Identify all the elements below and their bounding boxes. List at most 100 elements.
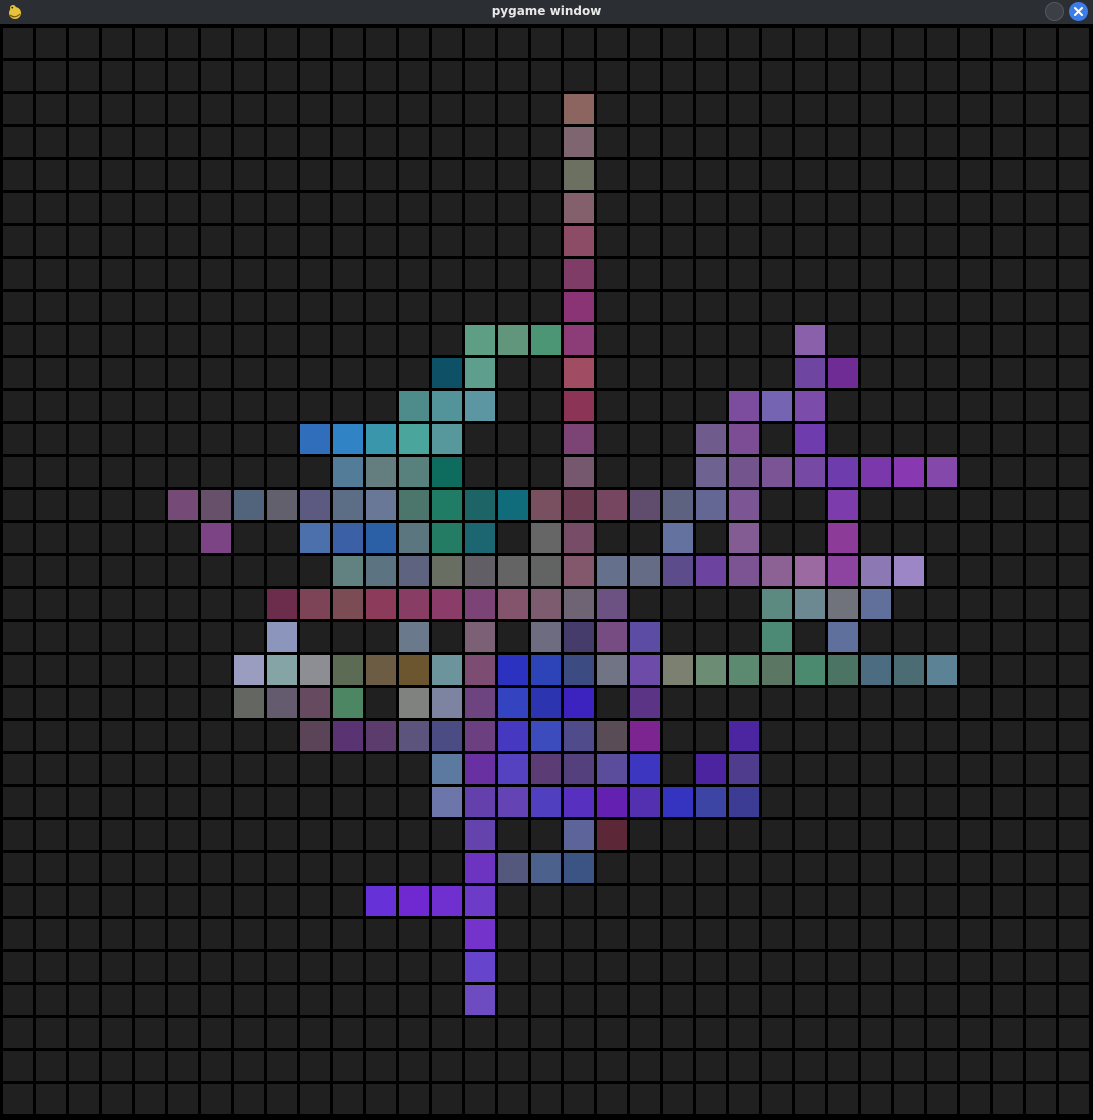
filled-cell: [465, 325, 495, 355]
empty-cell: [366, 259, 396, 289]
empty-cell: [69, 61, 99, 91]
empty-cell: [531, 820, 561, 850]
empty-cell: [135, 787, 165, 817]
filled-cell: [861, 556, 891, 586]
empty-cell: [993, 622, 1023, 652]
empty-cell: [498, 226, 528, 256]
filled-cell: [597, 655, 627, 685]
empty-cell: [762, 292, 792, 322]
empty-cell: [498, 1018, 528, 1048]
filled-cell: [729, 457, 759, 487]
empty-cell: [828, 985, 858, 1015]
empty-cell: [960, 754, 990, 784]
empty-cell: [531, 457, 561, 487]
empty-cell: [597, 358, 627, 388]
empty-cell: [531, 193, 561, 223]
empty-cell: [630, 589, 660, 619]
empty-cell: [828, 787, 858, 817]
game-grid[interactable]: [3, 28, 1092, 1117]
filled-cell: [894, 457, 924, 487]
empty-cell: [135, 886, 165, 916]
filled-cell: [432, 787, 462, 817]
empty-cell: [168, 160, 198, 190]
filled-cell: [300, 688, 330, 718]
empty-cell: [69, 490, 99, 520]
empty-cell: [333, 127, 363, 157]
empty-cell: [993, 853, 1023, 883]
empty-cell: [465, 457, 495, 487]
empty-cell: [729, 688, 759, 718]
empty-cell: [465, 1051, 495, 1081]
empty-cell: [234, 556, 264, 586]
empty-cell: [498, 523, 528, 553]
empty-cell: [729, 226, 759, 256]
empty-cell: [168, 259, 198, 289]
empty-cell: [102, 1018, 132, 1048]
empty-cell: [597, 28, 627, 58]
empty-cell: [135, 919, 165, 949]
empty-cell: [102, 358, 132, 388]
empty-cell: [267, 94, 297, 124]
empty-cell: [3, 754, 33, 784]
empty-cell: [69, 853, 99, 883]
minimize-button[interactable]: [1045, 2, 1064, 21]
empty-cell: [36, 589, 66, 619]
empty-cell: [399, 226, 429, 256]
empty-cell: [69, 94, 99, 124]
empty-cell: [69, 655, 99, 685]
empty-cell: [828, 61, 858, 91]
empty-cell: [267, 820, 297, 850]
filled-cell: [432, 391, 462, 421]
empty-cell: [828, 721, 858, 751]
empty-cell: [36, 292, 66, 322]
empty-cell: [267, 556, 297, 586]
filled-cell: [399, 721, 429, 751]
empty-cell: [729, 259, 759, 289]
empty-cell: [300, 754, 330, 784]
filled-cell: [498, 655, 528, 685]
empty-cell: [762, 193, 792, 223]
empty-cell: [234, 28, 264, 58]
empty-cell: [861, 193, 891, 223]
empty-cell: [630, 193, 660, 223]
empty-cell: [498, 28, 528, 58]
empty-cell: [168, 952, 198, 982]
empty-cell: [168, 1084, 198, 1114]
empty-cell: [1026, 193, 1056, 223]
close-button[interactable]: [1069, 2, 1088, 21]
empty-cell: [663, 1051, 693, 1081]
empty-cell: [366, 61, 396, 91]
title-bar[interactable]: pygame window: [0, 0, 1093, 24]
filled-cell: [729, 424, 759, 454]
empty-cell: [1059, 259, 1089, 289]
empty-cell: [762, 754, 792, 784]
filled-cell: [465, 820, 495, 850]
empty-cell: [3, 820, 33, 850]
empty-cell: [894, 61, 924, 91]
empty-cell: [69, 160, 99, 190]
empty-cell: [663, 28, 693, 58]
empty-cell: [399, 1051, 429, 1081]
empty-cell: [69, 952, 99, 982]
empty-cell: [69, 127, 99, 157]
empty-cell: [69, 325, 99, 355]
empty-cell: [729, 127, 759, 157]
filled-cell: [564, 589, 594, 619]
empty-cell: [498, 61, 528, 91]
empty-cell: [894, 259, 924, 289]
filled-cell: [267, 655, 297, 685]
empty-cell: [531, 358, 561, 388]
empty-cell: [366, 94, 396, 124]
empty-cell: [399, 820, 429, 850]
empty-cell: [234, 853, 264, 883]
empty-cell: [498, 358, 528, 388]
empty-cell: [960, 523, 990, 553]
empty-cell: [102, 226, 132, 256]
empty-cell: [399, 985, 429, 1015]
empty-cell: [3, 589, 33, 619]
empty-cell: [696, 292, 726, 322]
empty-cell: [927, 886, 957, 916]
empty-cell: [201, 1018, 231, 1048]
empty-cell: [696, 886, 726, 916]
empty-cell: [894, 1018, 924, 1048]
